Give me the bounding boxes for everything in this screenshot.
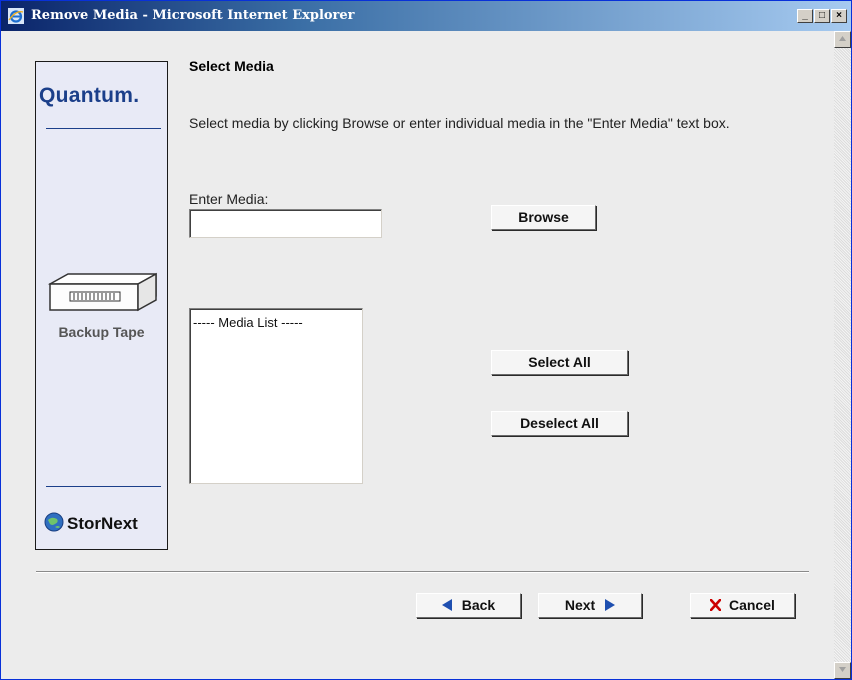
- backup-tape-icon: [47, 272, 157, 312]
- scroll-down-button[interactable]: [834, 662, 851, 679]
- next-label: Next: [564, 597, 596, 613]
- page-title: Select Media: [189, 58, 274, 74]
- stornext-globe-icon: [44, 512, 64, 532]
- internet-explorer-icon: [8, 8, 24, 24]
- browser-window: Remove Media - Microsoft Internet Explor…: [0, 0, 852, 680]
- title-bar[interactable]: Remove Media - Microsoft Internet Explor…: [1, 1, 851, 31]
- cancel-button[interactable]: Cancel: [690, 593, 795, 618]
- divider: [46, 486, 161, 487]
- deselect-all-button[interactable]: Deselect All: [491, 411, 628, 436]
- cancel-label: Cancel: [728, 597, 775, 613]
- backup-tape-label: Backup Tape: [58, 324, 145, 340]
- arrow-right-icon: [605, 599, 616, 611]
- scroll-up-button[interactable]: [834, 31, 851, 48]
- minimize-button[interactable]: _: [797, 9, 813, 23]
- vertical-scrollbar[interactable]: [834, 31, 851, 679]
- stornext-label: StorNext: [67, 514, 138, 533]
- arrow-left-icon: [441, 599, 452, 611]
- media-list-box[interactable]: ----- Media List -----: [189, 308, 363, 484]
- footer-separator: [36, 571, 809, 573]
- enter-media-input[interactable]: [189, 209, 382, 238]
- media-list-header: ----- Media List -----: [193, 315, 303, 330]
- close-button[interactable]: ×: [831, 9, 847, 23]
- cancel-x-icon: [710, 599, 722, 611]
- arrow-down-icon: [839, 667, 846, 672]
- browse-button[interactable]: Browse: [491, 205, 596, 230]
- next-button[interactable]: Next: [538, 593, 642, 618]
- arrow-up-icon: [839, 36, 846, 41]
- quantum-logo: Quantum.: [39, 84, 140, 107]
- back-label: Back: [461, 597, 496, 613]
- maximize-button[interactable]: □: [814, 9, 830, 23]
- stornext-logo: StorNext: [44, 512, 138, 534]
- window-title: Remove Media - Microsoft Internet Explor…: [31, 8, 355, 23]
- branding-panel: Quantum. Backup Tape StorNext: [35, 61, 168, 550]
- instructions-text: Select media by clicking Browse or enter…: [189, 115, 730, 131]
- select-all-button[interactable]: Select All: [491, 350, 628, 375]
- back-button[interactable]: Back: [416, 593, 521, 618]
- divider: [46, 128, 161, 129]
- enter-media-label: Enter Media:: [189, 191, 269, 207]
